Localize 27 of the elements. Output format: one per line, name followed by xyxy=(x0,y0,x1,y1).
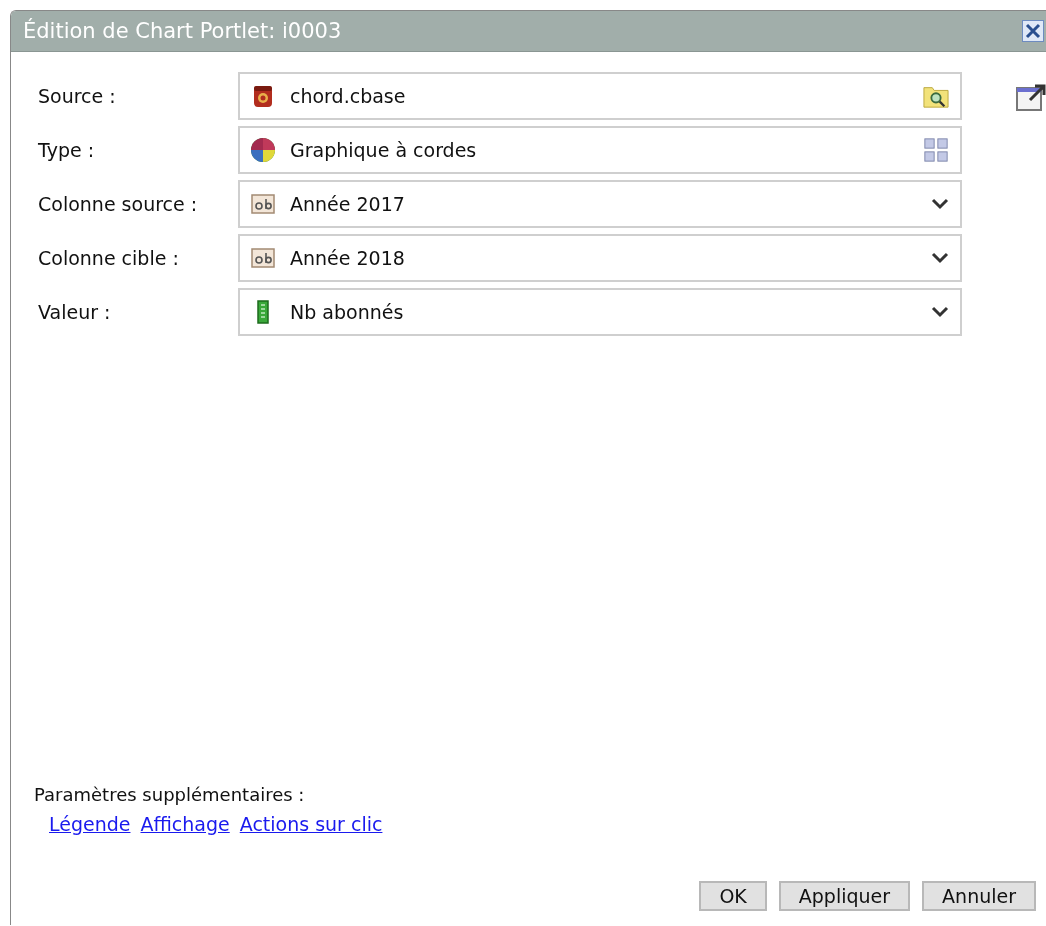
chevron-down-icon[interactable] xyxy=(930,305,950,319)
dialog-button[interactable]: OK xyxy=(699,881,767,911)
field-label: Colonne cible : xyxy=(38,247,180,269)
input-field[interactable]: Graphique à cordes xyxy=(238,126,962,174)
chevron-down-icon[interactable] xyxy=(930,251,950,265)
chevron-down-icon[interactable] xyxy=(930,197,950,211)
dialog-button[interactable]: Annuler xyxy=(922,881,1036,911)
window-title: Édition de Chart Portlet: i0003 xyxy=(23,19,342,43)
input-field[interactable]: chord.cbase xyxy=(238,72,962,120)
close-icon xyxy=(1024,22,1042,40)
field-label: Source : xyxy=(38,85,117,107)
link[interactable]: Légende xyxy=(49,813,131,835)
dropdown-field[interactable]: Nb abonnés xyxy=(238,288,962,336)
text-type-icon xyxy=(250,245,276,271)
field-label: Valeur : xyxy=(38,301,112,323)
pie-chart-icon xyxy=(250,137,276,163)
link[interactable]: Affichage xyxy=(140,813,230,835)
dialog-button[interactable]: Appliquer xyxy=(778,881,911,911)
field-label: Type : xyxy=(38,139,96,161)
dropdown-field[interactable]: Année 2018 xyxy=(238,234,962,282)
field-label: Colonne source : xyxy=(38,193,199,215)
close-button[interactable] xyxy=(1022,20,1044,42)
popout-icon[interactable] xyxy=(1014,82,1046,114)
dropdown-field[interactable]: Année 2017 xyxy=(238,180,962,228)
text-type-icon xyxy=(250,191,276,217)
section-heading: Paramètres supplémentaires : xyxy=(34,784,306,805)
link[interactable]: Actions sur clic xyxy=(239,813,383,835)
